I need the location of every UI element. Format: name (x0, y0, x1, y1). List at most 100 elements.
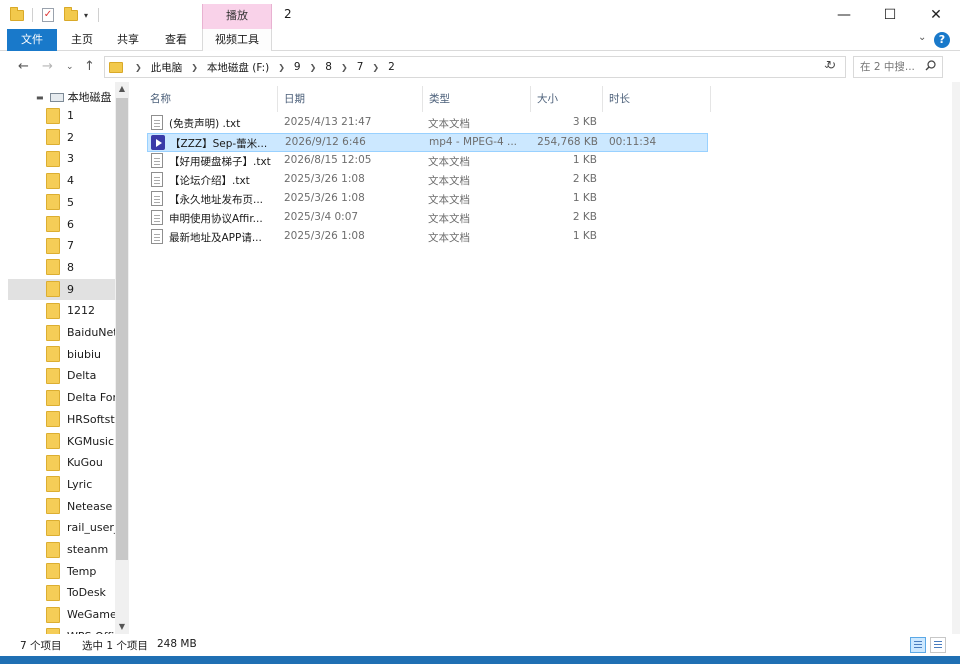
tab-file[interactable]: 文件 (7, 29, 57, 51)
item-count: 7 个项目 (20, 640, 62, 652)
file-size: 254,768 KB (537, 136, 598, 148)
file-row[interactable]: 最新地址及APP请... 2025/3/26 1:08 文本文档 1 KB (147, 228, 708, 247)
folder-icon (46, 259, 60, 276)
nav-item-folder[interactable]: ToDesk (8, 582, 115, 603)
nav-item-folder[interactable]: 3 (8, 148, 115, 169)
breadcrumb-drive-f[interactable]: 本地磁盘 (F:) (202, 60, 274, 75)
tab-share[interactable]: 共享 (110, 29, 146, 51)
chevron-right-icon: ❯ (278, 62, 285, 72)
column-header-name[interactable]: 名称 (144, 86, 278, 112)
file-row[interactable]: 【ZZZ】Sep-蕾米... 2026/9/12 6:46 mp4 - MPEG-4… (147, 133, 708, 152)
properties-check-icon[interactable]: ✓ (42, 6, 54, 24)
file-name: 申明使用协议Affir... (169, 213, 263, 225)
nav-item-folder[interactable]: WeGameApps (8, 604, 115, 625)
tab-video-tools[interactable]: 视频工具 (202, 29, 272, 51)
breadcrumb-2[interactable]: 2 (383, 61, 400, 73)
folder-icon (46, 454, 60, 471)
chevron-right-icon: ❯ (135, 62, 142, 72)
folder-icon (46, 433, 60, 449)
nav-scrollbar[interactable]: ▲ ▼ (115, 82, 129, 634)
nav-item-folder[interactable]: 1212 (8, 300, 115, 321)
nav-item-folder[interactable]: biubiu (8, 344, 115, 365)
nav-item-folder[interactable]: KGMusic (8, 431, 115, 452)
breadcrumb-7[interactable]: 7 (352, 61, 369, 73)
help-icon[interactable]: ? (934, 32, 950, 48)
file-date: 2025/3/26 1:08 (284, 192, 365, 204)
file-list: 名称 日期 类型 大小 时长 (免责声明) .txt 2025/4/13 21:4… (140, 82, 960, 634)
nav-item-folder[interactable]: 4 (8, 170, 115, 191)
breadcrumb-8[interactable]: 8 (320, 61, 337, 73)
new-folder-icon[interactable] (64, 6, 78, 24)
nav-item-label: 1212 (67, 304, 95, 318)
nav-item-folder[interactable]: 8 (8, 257, 115, 278)
context-tab-play[interactable]: 播放 (202, 4, 272, 29)
nav-item-folder[interactable]: 7 (8, 235, 115, 256)
nav-item-label: biubiu (67, 347, 102, 361)
nav-item-folder[interactable]: KuGou (8, 452, 115, 473)
folder-icon (46, 411, 60, 428)
folder-icon (46, 519, 60, 536)
nav-item-folder[interactable]: 1 (8, 105, 115, 126)
nav-item-folder[interactable]: Lyric (8, 474, 115, 495)
file-row[interactable]: (免责声明) .txt 2025/4/13 21:47 文本文档 3 KB (147, 114, 708, 133)
folder-icon (46, 476, 60, 493)
maximize-button[interactable]: ☐ (867, 0, 913, 29)
refresh-icon[interactable]: ↻ (826, 58, 836, 72)
folder-icon (46, 346, 60, 363)
nav-item-label: KGMusic (67, 434, 115, 448)
file-row[interactable]: 【永久地址发布页... 2025/3/26 1:08 文本文档 1 KB (147, 190, 708, 209)
nav-item-folder[interactable]: rail_user_data (8, 517, 115, 538)
breadcrumb-this-pc[interactable]: 此电脑 (146, 60, 188, 75)
column-header-type[interactable]: 类型 (423, 86, 531, 112)
details-view-icon[interactable] (910, 637, 926, 653)
nav-item-folder[interactable]: Netease (8, 496, 115, 517)
search-icon[interactable] (925, 60, 936, 71)
up-arrow-icon[interactable]: ↑ (84, 59, 95, 74)
breadcrumb-9[interactable]: 9 (289, 61, 306, 73)
collapse-arrow-icon[interactable]: ▬ (36, 93, 44, 102)
file-row[interactable]: 申明使用协议Affir... 2025/3/4 0:07 文本文档 2 KB (147, 209, 708, 228)
quick-access-dropdown-icon[interactable]: ▾ (84, 6, 88, 24)
file-row[interactable]: 【论坛介绍】.txt 2025/3/26 1:08 文本文档 2 KB (147, 171, 708, 190)
file-type: mp4 - MPEG-4 ... (429, 136, 518, 148)
chevron-right-icon: ❯ (372, 62, 380, 72)
nav-item-label: 2 (67, 130, 74, 144)
tab-view[interactable]: 查看 (158, 29, 194, 51)
nav-item-folder[interactable]: 5 (8, 192, 115, 213)
file-row[interactable]: 【好用硬盘梯子】.txt 2026/8/15 12:05 文本文档 1 KB (147, 152, 708, 171)
address-folder-icon (109, 61, 123, 73)
close-button[interactable]: ✕ (913, 0, 959, 29)
minimize-button[interactable]: — (821, 0, 867, 29)
recent-locations-icon[interactable]: ⌄ (66, 62, 74, 72)
nav-item-folder[interactable]: Delta Force (8, 387, 115, 408)
nav-item-label: Delta (67, 369, 97, 383)
chevron-right-icon: ❯ (340, 62, 348, 72)
nav-item-folder[interactable]: Temp (8, 561, 115, 582)
folder-icon (46, 194, 60, 211)
scroll-down-icon[interactable]: ▼ (115, 620, 129, 634)
large-icons-view-icon[interactable] (930, 637, 946, 653)
tab-home[interactable]: 主页 (64, 29, 100, 51)
column-header-duration[interactable]: 时长 (603, 86, 711, 112)
nav-item-folder[interactable]: 2 (8, 127, 115, 148)
nav-item-folder[interactable]: BaiduNetdisk (8, 322, 115, 343)
address-bar[interactable]: ❯ 此电脑 ❯ 本地磁盘 (F:) ❯ 9 ❯ 8 ❯ 7 ❯ 2 ⌄ (104, 56, 846, 78)
scroll-up-icon[interactable]: ▲ (115, 82, 129, 96)
ribbon-expand-icon[interactable]: ⌄ (918, 32, 926, 43)
nav-item-folder[interactable]: 9 (8, 278, 115, 300)
column-header-date[interactable]: 日期 (278, 86, 423, 112)
nav-item-folder[interactable]: steanm (8, 539, 115, 560)
file-name: 【ZZZ】Sep-蕾米... (170, 138, 268, 150)
quick-access-folder-icon[interactable] (10, 6, 24, 24)
forward-arrow-icon[interactable]: → (42, 59, 53, 74)
nav-item-folder[interactable]: Delta (8, 365, 115, 386)
scrollbar-thumb[interactable] (116, 98, 128, 560)
nav-item-folder[interactable]: 6 (8, 214, 115, 235)
back-arrow-icon[interactable]: ← (18, 59, 29, 74)
nav-item-folder[interactable]: HRSoftstore (8, 409, 115, 430)
file-date: 2026/9/12 6:46 (285, 136, 366, 148)
nav-item-drive-f[interactable]: ▬ 本地磁盘 (F:) (8, 88, 129, 106)
column-header-size[interactable]: 大小 (531, 86, 603, 112)
nav-item-folder[interactable]: WPS Office (8, 626, 115, 634)
file-date: 2025/3/26 1:08 (284, 173, 365, 185)
